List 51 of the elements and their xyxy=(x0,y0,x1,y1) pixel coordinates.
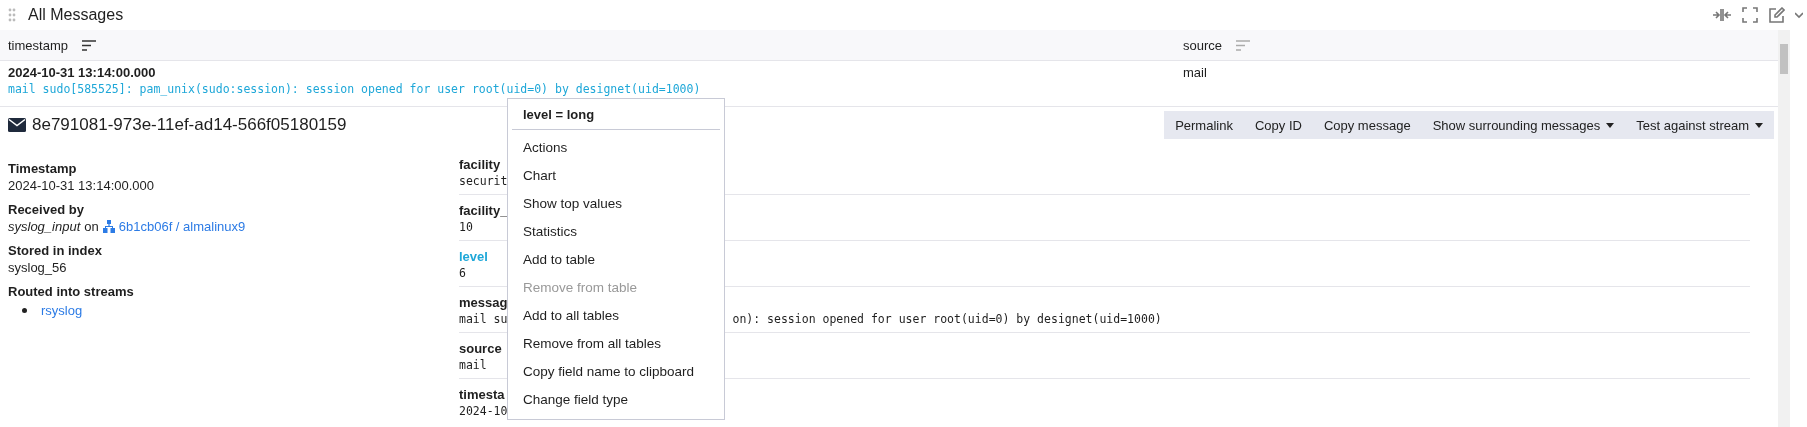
meta-label: Routed into streams xyxy=(8,284,135,299)
field-name[interactable]: messag xyxy=(459,295,508,310)
bullet-icon xyxy=(22,308,27,313)
edit-icon[interactable] xyxy=(1768,6,1785,24)
widget-title: All Messages xyxy=(28,6,124,24)
menu-item[interactable]: Actions xyxy=(512,134,720,162)
field-value: 2024-10 xyxy=(459,404,508,418)
fullscreen-icon[interactable] xyxy=(1742,7,1758,23)
caret-icon xyxy=(1606,122,1615,128)
menu-item[interactable]: Copy field name to clipboard xyxy=(512,358,720,386)
field-value: 10 xyxy=(459,220,473,234)
meta-value: 2024-10-31 13:14:00.000 xyxy=(8,178,155,193)
message-id: 8e791081-973e-11ef-ad14-566f05180159 xyxy=(32,115,347,135)
meta-label: Received by xyxy=(8,202,85,217)
menu-item[interactable]: Show top values xyxy=(512,190,720,218)
envelope-icon xyxy=(8,118,26,132)
field-value: mail su xyxy=(459,312,508,326)
menu-item[interactable]: Add to table xyxy=(512,246,720,274)
network-icon xyxy=(102,220,115,233)
table-cell: mail xyxy=(1183,65,1207,80)
node-link[interactable]: 6b1cb06f / almalinux9 xyxy=(118,219,246,234)
stream-link[interactable]: rsyslog xyxy=(41,303,83,318)
column-header[interactable]: source xyxy=(1183,37,1223,53)
scrollbar[interactable] xyxy=(1778,30,1790,427)
menu-item[interactable]: Add to all tables xyxy=(512,302,720,330)
input-name: syslog_input xyxy=(8,219,81,234)
meta-text: on xyxy=(84,219,99,234)
field-name[interactable]: facility_ xyxy=(459,203,508,218)
field-value: on): session opened for user root(uid=0) by designet(uid=1000) xyxy=(732,312,1162,326)
menu-header: level = long xyxy=(522,106,596,124)
column-header[interactable]: timestamp xyxy=(8,37,68,53)
message-text: mail sudo[585525]: pam_unix(sudo:session): session opened for user root(uid=0) by designet(uid=1000) xyxy=(8,82,701,96)
field-value: mail xyxy=(459,358,487,372)
field-value: securit xyxy=(459,174,508,188)
caret-icon xyxy=(1755,122,1763,128)
menu-item[interactable]: Change field type xyxy=(512,386,720,414)
table-cell: 2024-10-31 13:14:00.000 xyxy=(8,65,156,80)
meta-label: Timestamp xyxy=(8,161,78,176)
menu-item[interactable]: Statistics xyxy=(512,218,720,246)
menu-item[interactable]: Remove from all tables xyxy=(512,330,720,358)
meta-label: Stored in index xyxy=(8,243,103,258)
meta-value: syslog_56 xyxy=(8,260,68,275)
collapse-columns-icon[interactable] xyxy=(1712,7,1732,23)
field-name[interactable]: timesta xyxy=(459,387,505,402)
field-name[interactable]: facility xyxy=(459,157,501,172)
field-value: 6 xyxy=(459,266,466,280)
sort-icon[interactable] xyxy=(81,39,96,51)
menu-item[interactable]: Chart xyxy=(512,162,720,190)
field-name[interactable]: source xyxy=(459,341,502,356)
drag-handle-icon[interactable] xyxy=(8,8,16,22)
chevron-down-icon[interactable] xyxy=(1795,10,1803,20)
